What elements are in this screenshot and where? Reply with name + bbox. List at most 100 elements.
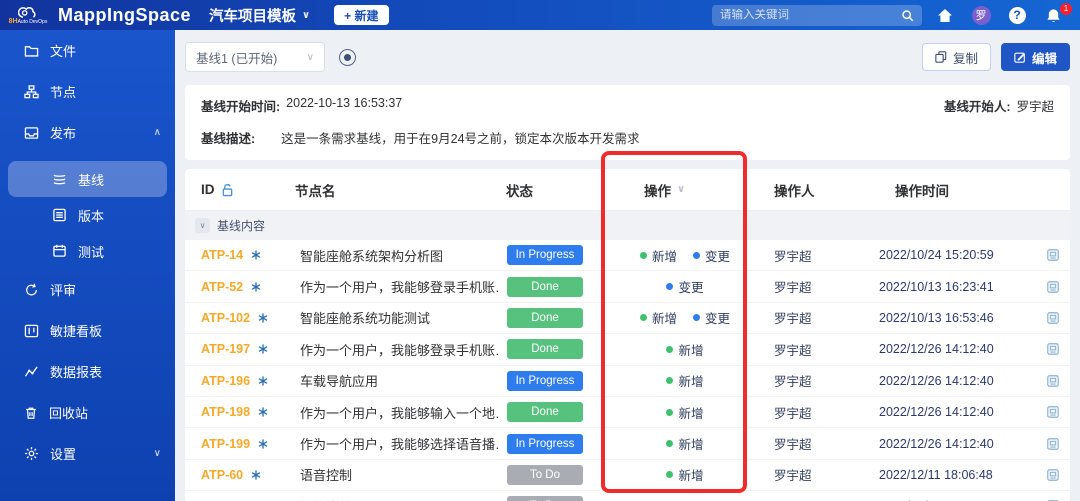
collapse-chevron-icon[interactable]: ∨	[195, 218, 210, 233]
node-id-link[interactable]: ATP-102	[201, 311, 250, 325]
record-detail-button[interactable]	[1035, 437, 1070, 451]
copy-button[interactable]: 复制	[921, 43, 991, 71]
node-id-link[interactable]: ATP-199	[201, 437, 250, 451]
sidebar-item-baseline[interactable]: 基线	[8, 161, 167, 197]
change-dot-icon	[693, 251, 700, 259]
start-time-value: 2022-10-13 16:53:37	[286, 96, 403, 110]
status-badge: Done	[507, 307, 583, 328]
logo-8h-text: 8H	[8, 17, 18, 25]
new-button[interactable]: + 新建	[334, 5, 389, 25]
folder-icon	[24, 44, 39, 58]
record-detail-icon	[1046, 406, 1059, 418]
operation-cell: 新增	[610, 434, 760, 453]
table-row[interactable]: ATP-52 作为一个用户，我能够登录手机账… Done 变更 罗宇超 2022…	[185, 271, 1070, 303]
locate-baseline-icon[interactable]	[339, 48, 356, 66]
sidebar-item-version[interactable]: 版本	[8, 197, 167, 233]
global-search[interactable]	[712, 4, 922, 26]
table-row[interactable]: ATP-102 智能座舱系统功能测试 Done 新增 变更 罗宇超 2022/1…	[185, 303, 1070, 335]
chevron-down-icon: ∨	[306, 51, 314, 63]
sidebar-item-test[interactable]: 测试	[8, 233, 167, 269]
col-operator: 操作人	[774, 183, 815, 199]
edit-button[interactable]: 编辑	[1000, 43, 1070, 71]
table-row[interactable]: ATP-61 智能座舱 To Do 新增 罗宇超 2022/12/11 18:0…	[185, 491, 1070, 501]
node-id-link[interactable]: ATP-60	[201, 468, 243, 482]
operation-time: 2022/12/26 14:12:40	[879, 436, 994, 451]
record-detail-button[interactable]	[1035, 374, 1070, 388]
sidebar-item-kanban[interactable]: 敏捷看板	[0, 310, 175, 351]
record-detail-icon	[1046, 280, 1059, 293]
operator-name: 罗宇超	[760, 497, 875, 501]
node-name[interactable]: 语音控制	[295, 465, 500, 484]
node-name[interactable]: 作为一个用户，我能够输入一个地…	[295, 403, 500, 422]
starter-label: 基线开始人:	[943, 100, 1011, 114]
col-name: 节点名	[295, 183, 336, 199]
sidebar-item-settings[interactable]: 设置 ∨	[0, 433, 175, 474]
app-logo[interactable]: 8HAuto DevOps	[8, 6, 48, 25]
notification-bell[interactable]: 1	[1040, 2, 1072, 23]
snowflake-icon	[251, 281, 261, 292]
snowflake-icon	[258, 407, 268, 417]
table-row[interactable]: ATP-197 作为一个用户，我能够登录手机账… Done 新增 罗宇超 202…	[185, 334, 1070, 366]
node-id-link[interactable]: ATP-52	[201, 280, 243, 294]
operator-name: 罗宇超	[774, 281, 812, 296]
help-icon[interactable]: ?	[1008, 6, 1026, 24]
desc-label: 基线描述:	[201, 132, 256, 146]
sidebar: 文件 节点 发布 ∧ 基线 版本 测试 评审 敏捷看板 数据报表 回收站 设置 …	[0, 30, 175, 501]
sidebar-item-review[interactable]: 评审	[0, 269, 175, 310]
table-row[interactable]: ATP-14 智能座舱系统架构分析图 In Progress 新增 变更 罗宇超…	[185, 240, 1070, 272]
record-detail-icon	[1046, 249, 1059, 262]
node-name[interactable]: 作为一个用户，我能够选择语音播…	[295, 434, 500, 453]
baseline-select[interactable]: 基线1 (已开始) ∨	[185, 42, 325, 72]
node-id-link[interactable]: ATP-198	[201, 405, 250, 419]
table-row[interactable]: ATP-60 语音控制 To Do 新增 罗宇超 2022/12/11 18:0…	[185, 460, 1070, 492]
desc-value: 这是一条需求基线，用于在9月24号之前，锁定本次版本开发需求	[281, 132, 640, 146]
operation-tag-change: 变更	[693, 246, 730, 265]
sidebar-item-files[interactable]: 文件	[0, 30, 175, 71]
status-badge: In Progress	[507, 433, 583, 454]
snowflake-icon	[258, 438, 268, 449]
review-icon	[24, 283, 39, 297]
col-id: ID	[201, 182, 215, 197]
node-id-link[interactable]: ATP-197	[201, 342, 250, 356]
search-icon[interactable]	[901, 9, 914, 22]
starter-value: 罗宇超	[1016, 100, 1054, 114]
user-avatar[interactable]: 罗	[971, 5, 991, 25]
top-header: 8HAuto DevOps MappIngSpace 汽车项目模板 ∨ + 新建…	[0, 0, 1080, 30]
status-badge: To Do	[507, 464, 583, 485]
notification-count-badge: 1	[1060, 2, 1072, 15]
sidebar-item-publish[interactable]: 发布 ∧	[0, 112, 175, 153]
snowflake-icon	[251, 250, 261, 260]
node-name[interactable]: 车载导航应用	[295, 371, 500, 390]
operator-name: 罗宇超	[774, 343, 812, 358]
unlock-icon[interactable]	[221, 183, 234, 197]
bell-icon	[1046, 8, 1060, 22]
record-detail-button[interactable]	[1035, 311, 1070, 325]
nodes-icon	[24, 84, 39, 99]
table-row[interactable]: ATP-198 作为一个用户，我能够输入一个地… Done 新增 罗宇超 202…	[185, 397, 1070, 429]
sidebar-item-nodes[interactable]: 节点	[0, 71, 175, 112]
record-detail-button[interactable]	[1035, 248, 1070, 262]
project-switcher[interactable]: 汽车项目模板 ∨	[209, 5, 310, 26]
node-id-link[interactable]: ATP-14	[201, 248, 243, 262]
node-name[interactable]: 智能座舱系统功能测试	[295, 308, 500, 327]
node-id-link[interactable]: ATP-196	[201, 374, 250, 388]
add-dot-icon	[666, 440, 674, 448]
record-detail-button[interactable]	[1035, 405, 1070, 419]
group-row-baseline-content[interactable]: ∨ 基线内容	[185, 211, 1070, 240]
node-name[interactable]: 智能座舱	[295, 497, 500, 501]
search-input[interactable]	[720, 9, 895, 21]
record-detail-button[interactable]	[1035, 342, 1070, 356]
sidebar-item-recycle[interactable]: 回收站	[0, 392, 175, 433]
add-dot-icon	[666, 471, 674, 479]
record-detail-button[interactable]	[1035, 468, 1070, 482]
table-row[interactable]: ATP-199 作为一个用户，我能够选择语音播… In Progress 新增 …	[185, 428, 1070, 460]
table-row[interactable]: ATP-196 车载导航应用 In Progress 新增 罗宇超 2022/1…	[185, 366, 1070, 397]
node-name[interactable]: 作为一个用户，我能够登录手机账…	[295, 340, 500, 359]
record-detail-button[interactable]	[1035, 280, 1070, 294]
col-operation-filter[interactable]: 操作 ∨	[610, 180, 760, 200]
node-name[interactable]: 作为一个用户，我能够登录手机账…	[295, 277, 500, 296]
home-icon[interactable]	[932, 8, 958, 23]
operation-time: 2022/12/26 14:12:40	[879, 405, 994, 420]
node-name[interactable]: 智能座舱系统架构分析图	[295, 246, 500, 265]
sidebar-item-report[interactable]: 数据报表	[0, 351, 175, 392]
